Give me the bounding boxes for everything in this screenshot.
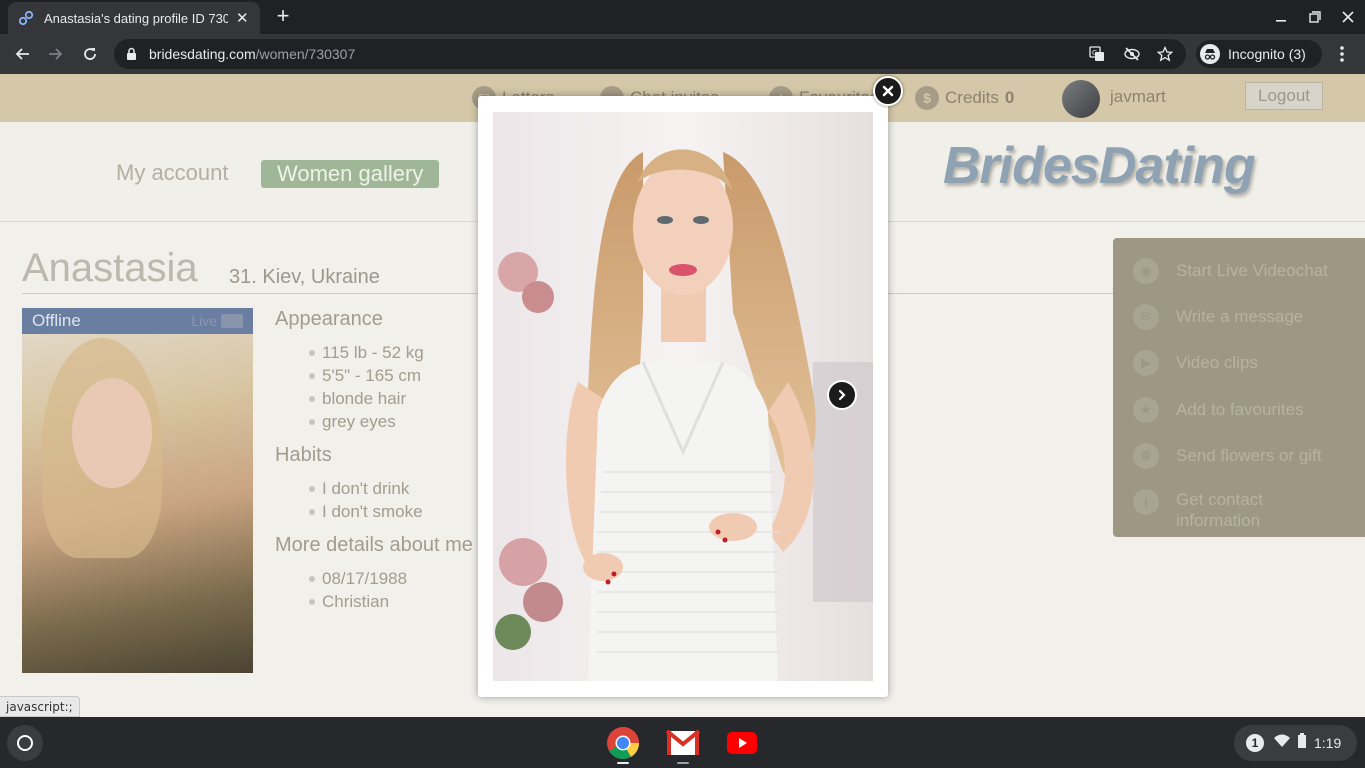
os-shelf: 1 1:19 xyxy=(0,717,1365,768)
live-indicator: Live xyxy=(191,313,243,329)
user-avatar[interactable] xyxy=(1062,80,1100,118)
online-status-bar: Offline Live xyxy=(22,308,253,334)
site-favicon-icon xyxy=(18,10,34,26)
lightbox-photo[interactable] xyxy=(493,112,873,681)
close-window-icon[interactable] xyxy=(1339,8,1357,26)
minimize-icon[interactable] xyxy=(1272,8,1290,26)
list-item: Christian xyxy=(309,590,407,613)
profile-location: 31. Kiev, Ukraine xyxy=(229,266,380,288)
action-label: Write a message xyxy=(1176,307,1304,326)
star-icon: ★ xyxy=(1133,397,1159,423)
battery-icon xyxy=(1298,733,1306,753)
system-tray[interactable]: 1 1:19 xyxy=(1234,725,1357,761)
tab-title: Anastasia's dating profile ID 730307 xyxy=(44,10,228,26)
hidden-eye-icon[interactable] xyxy=(1124,46,1140,62)
new-tab-icon[interactable]: + xyxy=(272,5,294,28)
get-contact-link[interactable]: i Get contact information xyxy=(1133,489,1263,531)
appearance-heading: Appearance xyxy=(275,308,383,330)
bookmark-star-icon[interactable] xyxy=(1156,45,1174,62)
camera-icon xyxy=(221,314,243,328)
appearance-list: 115 lb - 52 kg 5'5" - 165 cm blonde hair… xyxy=(309,341,424,433)
incognito-label: Incognito (3) xyxy=(1228,46,1306,62)
habits-heading: Habits xyxy=(275,444,332,466)
gmail-app-icon[interactable] xyxy=(665,725,701,764)
status-badge: Offline xyxy=(32,311,81,330)
video-clips-link[interactable]: ▶ Video clips xyxy=(1133,350,1258,376)
more-details-list: 08/17/1988 Christian xyxy=(309,567,407,613)
list-item: 5'5" - 165 cm xyxy=(309,364,424,387)
write-message-link[interactable]: ✉ Write a message xyxy=(1133,304,1303,330)
action-label: Add to favourites xyxy=(1176,400,1304,419)
wifi-icon xyxy=(1274,734,1290,753)
profile-photo[interactable] xyxy=(22,308,253,673)
credits-link[interactable]: $ Credits 0 xyxy=(915,86,1014,110)
svg-text:G: G xyxy=(1092,49,1097,57)
incognito-icon xyxy=(1200,44,1220,64)
credits-value: 0 xyxy=(1004,88,1015,107)
incognito-profile-button[interactable]: Incognito (3) xyxy=(1196,40,1322,68)
credits-label: Credits xyxy=(945,88,999,107)
dollar-icon: $ xyxy=(915,86,939,110)
list-item: blonde hair xyxy=(309,387,424,410)
chrome-app-icon[interactable] xyxy=(605,725,641,764)
launcher-icon xyxy=(17,735,33,751)
url-text: bridesdating.com/women/730307 xyxy=(149,46,356,62)
gift-icon: ❁ xyxy=(1133,443,1159,469)
send-gift-link[interactable]: ❁ Send flowers or gift xyxy=(1133,443,1322,469)
info-icon: i xyxy=(1133,489,1159,515)
lightbox-next-icon[interactable] xyxy=(827,380,857,410)
tab-strip: Anastasia's dating profile ID 730307 ✕ + xyxy=(0,0,1365,34)
webcam-icon: ◉ xyxy=(1133,258,1159,284)
action-label: Send flowers or gift xyxy=(1176,446,1322,465)
clock: 1:19 xyxy=(1314,735,1342,751)
profile-actions-panel: ◉ Start Live Videochat ✉ Write a message… xyxy=(1113,238,1365,537)
browser-tab[interactable]: Anastasia's dating profile ID 730307 ✕ xyxy=(8,2,260,34)
play-icon: ▶ xyxy=(1133,350,1159,376)
logout-button[interactable]: Logout xyxy=(1245,82,1323,110)
address-bar[interactable]: bridesdating.com/women/730307 G xyxy=(114,39,1186,69)
women-gallery-button[interactable]: Women gallery xyxy=(261,160,440,188)
lightbox-close-icon[interactable] xyxy=(873,76,903,106)
translate-icon[interactable]: G xyxy=(1089,46,1105,62)
site-logo[interactable]: BridesDating xyxy=(943,136,1256,196)
action-label: Get contact information xyxy=(1176,490,1263,530)
restore-icon[interactable] xyxy=(1306,8,1324,26)
notification-count: 1 xyxy=(1246,734,1264,752)
habits-list: I don't drink I don't smoke xyxy=(309,477,423,523)
envelope-icon: ✉ xyxy=(1133,304,1159,330)
list-item: grey eyes xyxy=(309,410,424,433)
profile-name: Anastasia xyxy=(22,246,198,290)
list-item: 115 lb - 52 kg xyxy=(309,341,424,364)
youtube-app-icon[interactable] xyxy=(724,725,760,761)
add-favourites-link[interactable]: ★ Add to favourites xyxy=(1133,397,1304,423)
forward-icon[interactable] xyxy=(43,41,69,67)
list-item: I don't drink xyxy=(309,477,423,500)
reload-icon[interactable] xyxy=(77,41,103,67)
browser-menu-icon[interactable] xyxy=(1332,43,1352,65)
action-label: Start Live Videochat xyxy=(1176,261,1328,280)
back-icon[interactable] xyxy=(9,41,35,67)
lock-icon xyxy=(126,47,137,66)
tab-close-icon[interactable]: ✕ xyxy=(236,9,249,27)
status-url-bubble: javascript:; xyxy=(0,696,80,717)
launcher-button[interactable] xyxy=(7,725,43,761)
list-item: 08/17/1988 xyxy=(309,567,407,590)
username[interactable]: javmart xyxy=(1110,87,1166,107)
more-details-heading: More details about me xyxy=(275,534,473,556)
list-item: I don't smoke xyxy=(309,500,423,523)
my-account-link[interactable]: My account xyxy=(116,160,229,186)
start-videochat-link[interactable]: ◉ Start Live Videochat xyxy=(1133,258,1328,284)
action-label: Video clips xyxy=(1176,353,1258,372)
browser-toolbar: bridesdating.com/women/730307 G Incognit… xyxy=(0,34,1365,74)
